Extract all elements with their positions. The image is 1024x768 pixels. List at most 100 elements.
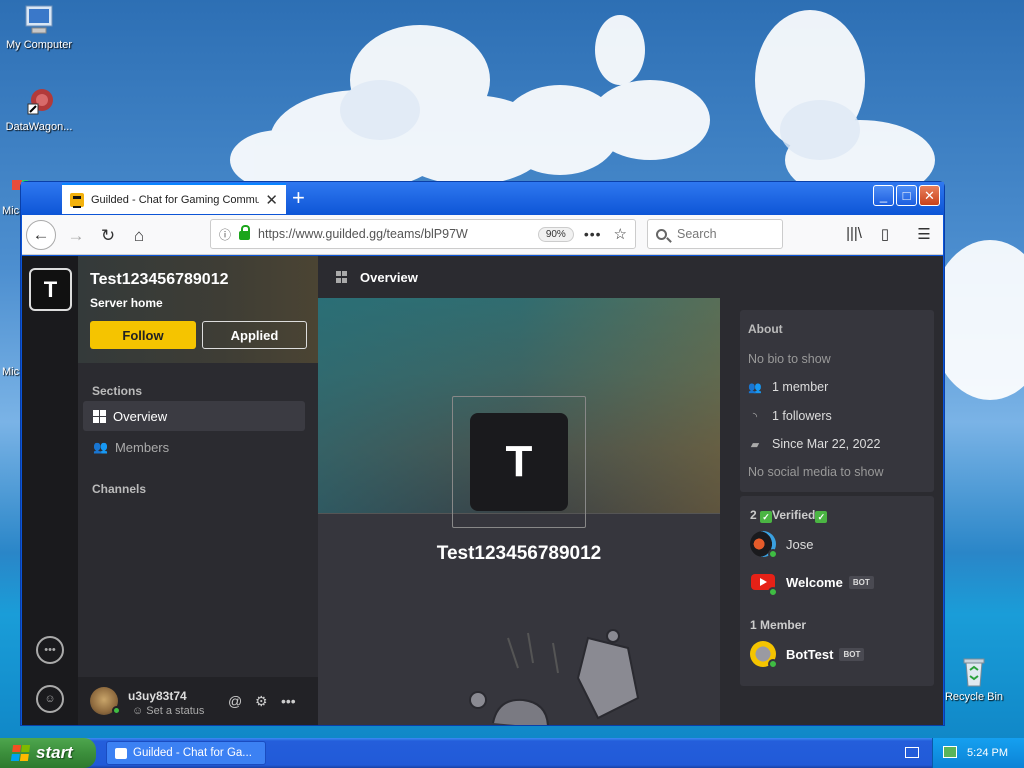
tab-bar: Guilded - Chat for Gaming Commu ✕ + _ □ … bbox=[21, 182, 944, 215]
search-input[interactable]: Search bbox=[647, 219, 783, 249]
applied-button[interactable]: Applied bbox=[202, 321, 307, 349]
url-text[interactable]: https://www.guilded.gg/teams/blP97W bbox=[258, 227, 528, 241]
guilded-favicon-icon bbox=[70, 192, 84, 208]
recycle-bin-icon bbox=[957, 656, 991, 688]
nav-item-members[interactable]: 👥 Members bbox=[83, 432, 305, 462]
social-text: No social media to show bbox=[748, 465, 884, 479]
member-name: Welcome bbox=[786, 574, 843, 590]
window-controls: _ □ ✕ bbox=[873, 185, 940, 206]
desktop-icon-recycle-bin[interactable]: Recycle Bin bbox=[935, 656, 1013, 703]
library-icon[interactable]: |||\ bbox=[844, 225, 864, 245]
search-placeholder: Search bbox=[677, 227, 717, 241]
forward-button[interactable]: → bbox=[62, 222, 90, 250]
desktop-icon-datawagon[interactable]: DataWagon... bbox=[0, 86, 78, 133]
sections-heading: Sections bbox=[92, 384, 143, 398]
member-item-jose[interactable]: Jose bbox=[750, 531, 814, 559]
start-label: start bbox=[36, 743, 73, 762]
online-status-icon bbox=[768, 549, 778, 559]
page-title: Overview bbox=[360, 269, 418, 285]
member-name: BotTest bbox=[786, 646, 834, 662]
server-name: Test123456789012 bbox=[90, 271, 229, 288]
server-sidebar: Test123456789012 Server home Follow Appl… bbox=[78, 256, 318, 725]
user-bar: u3uy83t74 ☺ Set a status @ ⚙ ••• bbox=[78, 677, 318, 725]
team-avatar-letter: T bbox=[470, 413, 568, 511]
desktop-icon-my-computer[interactable]: My Computer bbox=[0, 4, 78, 51]
rss-icon: ◝ bbox=[752, 410, 758, 423]
clock[interactable]: 5:24 PM bbox=[967, 747, 1008, 759]
more-icon[interactable]: ••• bbox=[281, 693, 296, 709]
reload-button[interactable]: ↻ bbox=[94, 222, 122, 250]
desktop-icon-label: Recycle Bin bbox=[944, 691, 1004, 703]
member-name: Jose bbox=[786, 536, 814, 552]
smiley-icon: ☺ bbox=[132, 705, 147, 717]
member-group-heading: 1 Member bbox=[750, 618, 806, 632]
start-button[interactable]: start bbox=[0, 738, 96, 768]
gear-icon[interactable]: ⚙ bbox=[255, 693, 268, 710]
minimize-button[interactable]: _ bbox=[873, 185, 894, 206]
username: u3uy83t74 bbox=[128, 689, 187, 703]
team-avatar[interactable]: T bbox=[29, 268, 72, 311]
server-home-label: Server home bbox=[90, 296, 163, 310]
browser-window: Guilded - Chat for Gaming Commu ✕ + _ □ … bbox=[20, 181, 945, 726]
mention-icon[interactable]: @ bbox=[228, 693, 242, 709]
member-avatar bbox=[750, 531, 778, 559]
back-button[interactable]: ← bbox=[26, 220, 56, 250]
bot-badge: BOT bbox=[839, 647, 865, 661]
close-tab-icon[interactable]: ✕ bbox=[265, 191, 278, 209]
check-icon: ✓ bbox=[815, 511, 828, 523]
computer-icon bbox=[22, 4, 56, 36]
verified-label: Verified bbox=[772, 508, 816, 522]
online-status-icon bbox=[768, 659, 778, 669]
knight-illustration-icon bbox=[469, 629, 640, 725]
team-name-heading: Test123456789012 bbox=[436, 543, 602, 564]
members-count-row: 👥 1 member bbox=[748, 380, 828, 394]
maximize-button[interactable]: □ bbox=[896, 185, 917, 206]
server-header: Test123456789012 Server home Follow Appl… bbox=[78, 256, 318, 363]
members-icon: 👥 bbox=[93, 440, 108, 454]
nav-item-overview[interactable]: Overview bbox=[83, 401, 305, 431]
cake-icon: ▰ bbox=[750, 438, 760, 451]
member-item-welcome[interactable]: Welcome BOT bbox=[750, 569, 874, 597]
since-row: ▰ Since Mar 22, 2022 bbox=[748, 437, 881, 451]
overview-panel: T Test123456789012 bbox=[318, 298, 720, 725]
tab-guilded[interactable]: Guilded - Chat for Gaming Commu ✕ bbox=[62, 183, 286, 214]
set-status-text: Set a status bbox=[146, 705, 205, 717]
right-column: About No bio to show 👥 1 member ◝ 1 foll… bbox=[720, 298, 943, 725]
about-heading: About bbox=[748, 322, 783, 336]
taskbar-item-browser[interactable]: Guilded - Chat for Ga... bbox=[106, 741, 266, 765]
url-bar[interactable]: ⓘ https://www.guilded.gg/teams/blP97W 90… bbox=[210, 219, 636, 249]
team-rail: T ••• ☺ bbox=[22, 256, 78, 725]
youtube-avatar-icon bbox=[750, 569, 778, 597]
followers-count: 1 followers bbox=[772, 409, 832, 423]
close-window-button[interactable]: ✕ bbox=[919, 185, 940, 206]
new-tab-button[interactable]: + bbox=[292, 185, 305, 211]
friends-icon[interactable]: ☺ bbox=[36, 685, 64, 713]
member-label: Member bbox=[760, 618, 807, 632]
zoom-level[interactable]: 90% bbox=[537, 226, 574, 242]
home-button[interactable]: ⌂ bbox=[125, 222, 153, 250]
page-actions-icon[interactable]: ••• bbox=[584, 226, 602, 242]
member-item-bottest[interactable]: BotTest BOT bbox=[750, 641, 865, 669]
check-icon: ✓ bbox=[760, 511, 773, 523]
bookmark-star-icon[interactable]: ☆ bbox=[614, 225, 627, 243]
navigation-toolbar: ← → ↻ ⌂ ⓘ https://www.guilded.gg/teams/b… bbox=[22, 215, 943, 255]
network-icon[interactable] bbox=[943, 746, 957, 758]
keyboard-icon[interactable] bbox=[905, 747, 919, 758]
sidebar-icon[interactable]: ▯ bbox=[875, 225, 895, 245]
shortcut-icon bbox=[22, 86, 56, 118]
member-count: 1 bbox=[750, 618, 757, 632]
menu-icon[interactable]: ☰ bbox=[914, 225, 934, 245]
windows-logo-icon bbox=[10, 745, 31, 761]
search-icon bbox=[656, 228, 667, 240]
overview-icon bbox=[336, 271, 348, 283]
desktop-icon-label: DataWagon... bbox=[5, 121, 73, 133]
set-status-link[interactable]: ☺ Set a status bbox=[132, 705, 204, 717]
tab-title: Guilded - Chat for Gaming Commu bbox=[91, 193, 260, 206]
info-icon[interactable]: ⓘ bbox=[219, 226, 231, 243]
follow-button[interactable]: Follow bbox=[90, 321, 196, 349]
bio-text: No bio to show bbox=[748, 352, 831, 366]
members-icon: 👥 bbox=[748, 381, 762, 394]
verified-group-heading: 2 ✓ Verified ✓ bbox=[750, 508, 828, 523]
chat-bubble-icon[interactable]: ••• bbox=[36, 636, 64, 664]
channels-heading: Channels bbox=[92, 482, 147, 496]
